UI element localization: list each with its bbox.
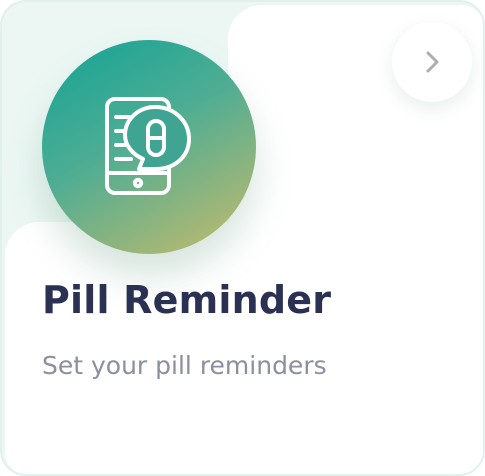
icon-badge [42,40,256,254]
card-title: Pill Reminder [42,278,332,322]
open-button[interactable] [392,22,472,102]
chevron-right-icon [426,51,439,73]
card-bottom-panel [5,222,483,474]
phone-pill-chat-icon [105,97,191,195]
card-subtitle: Set your pill reminders [42,351,327,380]
pill-reminder-card[interactable]: Pill Reminder Set your pill reminders [0,0,485,476]
